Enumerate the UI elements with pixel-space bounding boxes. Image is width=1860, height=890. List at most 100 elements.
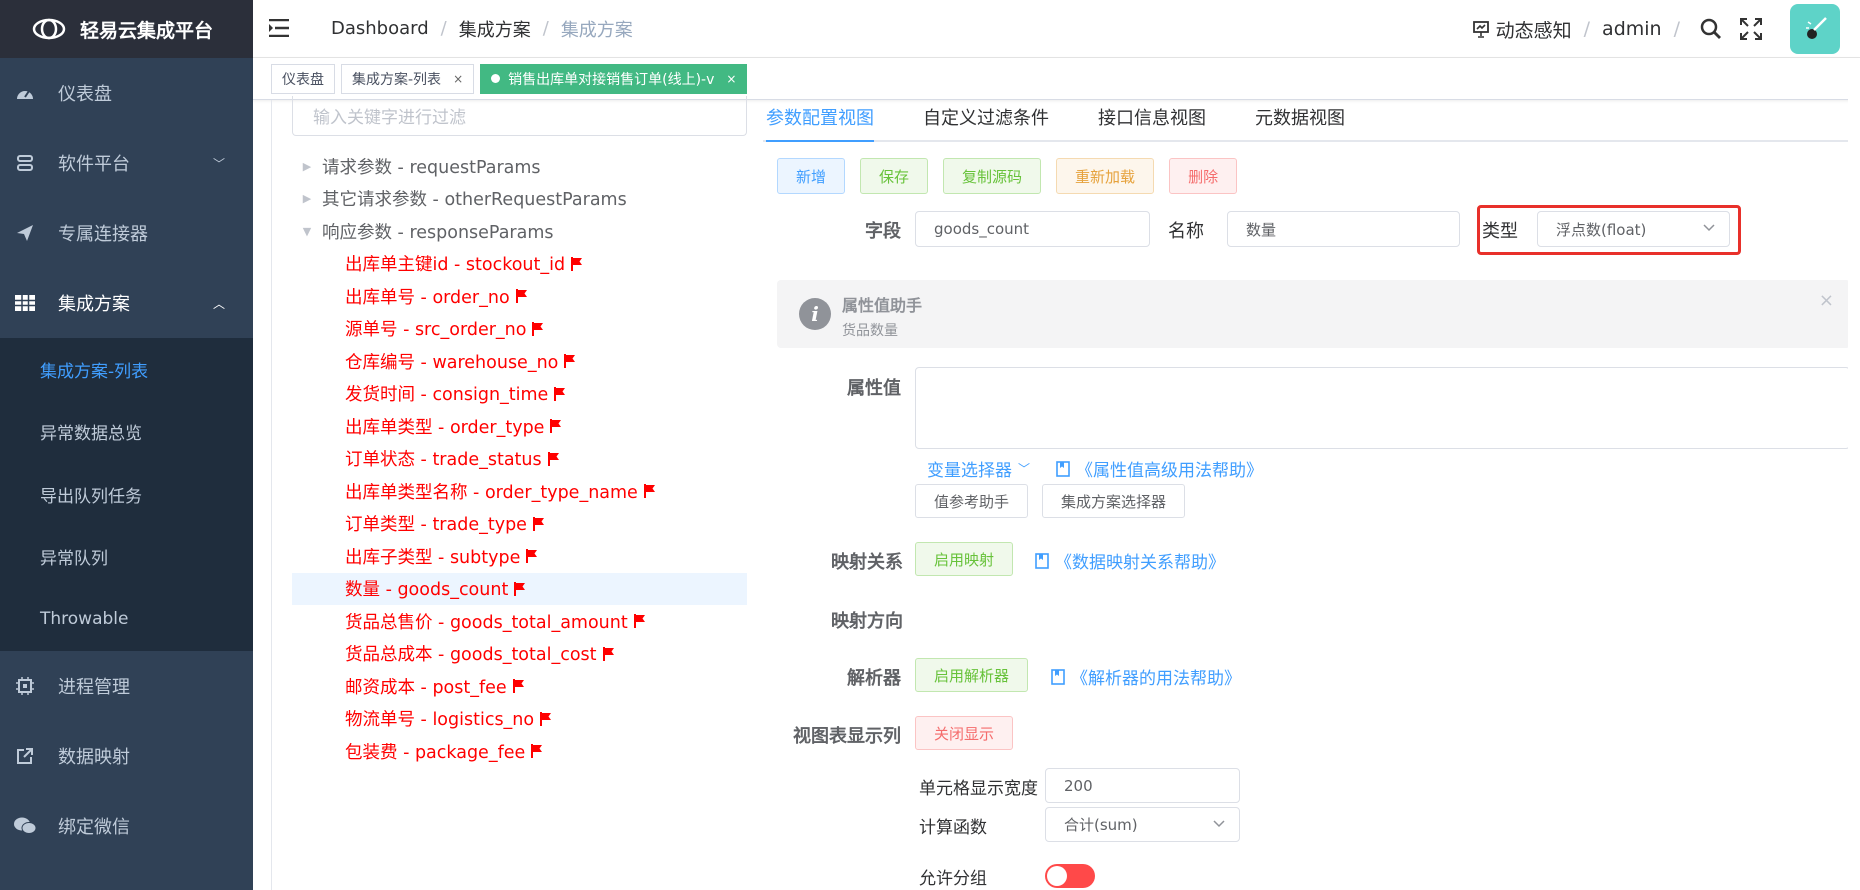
- tree-leaf-list: 出库单主键id - stockout_id 出库单号 - order_no 源单号 …: [292, 248, 747, 768]
- tag-dashboard[interactable]: 仪表盘: [271, 63, 335, 94]
- attr-value-textarea[interactable]: [915, 367, 1850, 449]
- calc-function-select[interactable]: 合计(sum): [1045, 807, 1240, 842]
- flag-icon: [554, 386, 566, 401]
- tree-leaf-label: 出库单类型名称 - order_type_name: [345, 482, 638, 503]
- tree-leaf-item[interactable]: 出库单主键id - stockout_id: [292, 248, 747, 281]
- tree-node-other-params[interactable]: ▶ 其它请求参数 - otherRequestParams: [292, 183, 747, 216]
- page-scrollbar[interactable]: [1848, 58, 1860, 890]
- chevron-down-icon: ﹀: [212, 156, 225, 171]
- tree-leaf-item[interactable]: 出库单类型名称 - order_type_name: [292, 475, 747, 508]
- sidebar-item-connector[interactable]: 专属连接器: [0, 198, 253, 268]
- tree-leaf-item[interactable]: 订单状态 - trade_status: [292, 443, 747, 476]
- app-logo[interactable]: 轻易云集成平台: [0, 0, 253, 58]
- hamburger-icon[interactable]: [269, 15, 309, 43]
- sidebar-subitem-exception-queue[interactable]: 异常队列: [0, 526, 253, 589]
- close-icon[interactable]: ×: [453, 72, 463, 86]
- value-ref-helper-button[interactable]: 值参考助手: [915, 484, 1029, 518]
- close-display-button[interactable]: 关闭显示: [915, 716, 1014, 750]
- tree-leaf-item[interactable]: 仓库编号 - warehouse_no: [292, 345, 747, 378]
- allow-group-toggle[interactable]: [1045, 864, 1095, 888]
- avatar[interactable]: [1790, 4, 1840, 54]
- breadcrumb-item-dashboard[interactable]: Dashboard: [331, 18, 429, 39]
- search-icon[interactable]: [1700, 18, 1722, 40]
- flag-icon: [512, 679, 525, 694]
- tree-leaf-item[interactable]: 出库单类型 - order_type: [292, 410, 747, 443]
- name-input[interactable]: 数量: [1227, 211, 1460, 247]
- tree-leaf-item[interactable]: 物流单号 - logistics_no: [292, 703, 747, 736]
- scheme-selector-button[interactable]: 集成方案选择器: [1042, 484, 1186, 518]
- tag-label: 仪表盘: [282, 71, 324, 88]
- sidebar-item-data-mapping[interactable]: 数据映射: [0, 721, 253, 791]
- save-button[interactable]: 保存: [860, 158, 929, 194]
- sidebar-item-wechat[interactable]: 绑定微信: [0, 791, 253, 861]
- enable-mapping-button[interactable]: 启用映射: [915, 542, 1014, 576]
- parser-help-link[interactable]: 《解析器的用法帮助》: [1051, 664, 1241, 689]
- tag-current-scheme[interactable]: 销售出库单对接销售订单(线上)-v ×: [480, 63, 748, 94]
- tree-leaf-item[interactable]: 邮资成本 - post_fee: [292, 670, 747, 703]
- close-icon[interactable]: ×: [1819, 290, 1834, 311]
- sidebar-subitem-scheme-list[interactable]: 集成方案-列表: [0, 338, 253, 401]
- type-select[interactable]: 浮点数(float): [1537, 211, 1730, 247]
- mapping-help-link[interactable]: 《数据映射关系帮助》: [1035, 548, 1225, 573]
- tree-node-label: 其它请求参数 - otherRequestParams: [322, 190, 627, 211]
- params-tree-panel: 输入关键字进行过滤 ▶ 请求参数 - requestParams ▶ 其它请求参…: [271, 96, 747, 890]
- tab-param-config[interactable]: 参数配置视图: [766, 104, 874, 142]
- variable-selector-dropdown[interactable]: 变量选择器 ﹀: [927, 456, 1030, 481]
- attr-help-link[interactable]: 《属性值高级用法帮助》: [1056, 456, 1263, 481]
- tree-filter-input[interactable]: 输入关键字进行过滤: [292, 96, 747, 136]
- tree-node-request-params[interactable]: ▶ 请求参数 - requestParams: [292, 150, 747, 183]
- tree-leaf-item[interactable]: 出库子类型 - subtype: [292, 540, 747, 573]
- breadcrumb-item-integration[interactable]: 集成方案: [459, 16, 531, 42]
- tree-leaf-label: 订单类型 - trade_type: [345, 515, 527, 536]
- tag-scheme-list[interactable]: 集成方案-列表 ×: [341, 63, 475, 94]
- tree-leaf-item[interactable]: 货品总成本 - goods_total_cost: [292, 638, 747, 671]
- tree-leaf-item[interactable]: 订单类型 - trade_type: [292, 508, 747, 541]
- caret-down-icon[interactable]: ▼: [292, 225, 322, 238]
- type-label: 类型: [1482, 221, 1518, 242]
- mapping-direction-label: 映射方向: [831, 611, 903, 632]
- flag-icon: [633, 614, 646, 629]
- flag-icon: [547, 451, 560, 466]
- sidebar-item-platform[interactable]: 软件平台 ﹀: [0, 128, 253, 198]
- breadcrumb-separator: /: [440, 18, 447, 39]
- tree-leaf-item[interactable]: 数量 - goods_count: [292, 572, 747, 605]
- close-icon[interactable]: ×: [726, 72, 736, 86]
- caret-right-icon[interactable]: ▶: [292, 160, 322, 173]
- sidebar-item-integration[interactable]: 集成方案 ︿: [0, 268, 253, 338]
- cell-width-input[interactable]: 200: [1045, 768, 1240, 803]
- tree-leaf-item[interactable]: 出库单号 - order_no: [292, 280, 747, 313]
- cloud-logo-icon: [32, 18, 66, 40]
- sidebar-item-dashboard[interactable]: 仪表盘: [0, 58, 253, 128]
- delete-button[interactable]: 删除: [1169, 158, 1238, 194]
- tree-leaf-item[interactable]: 源单号 - src_order_no: [292, 313, 747, 346]
- sidebar-item-label: 进程管理: [58, 676, 130, 698]
- tree-leaf-item[interactable]: 货品总售价 - goods_total_amount: [292, 605, 747, 638]
- field-input[interactable]: goods_count: [915, 211, 1150, 247]
- tab-api-info[interactable]: 接口信息视图: [1098, 104, 1206, 140]
- user-name[interactable]: admin: [1602, 18, 1662, 40]
- tree-node-response-params[interactable]: ▼ 响应参数 - responseParams: [292, 215, 747, 248]
- add-button[interactable]: 新增: [777, 158, 846, 194]
- tree-leaf-item[interactable]: 发货时间 - consign_time: [292, 378, 747, 411]
- sidebar-item-process[interactable]: 进程管理: [0, 651, 253, 721]
- sidebar-subitem-export-queue[interactable]: 导出队列任务: [0, 463, 253, 526]
- enable-parser-button[interactable]: 启用解析器: [915, 658, 1029, 692]
- caret-right-icon[interactable]: ▶: [292, 192, 322, 205]
- calc-function-value: 合计(sum): [1064, 816, 1138, 834]
- flag-icon: [531, 744, 543, 759]
- field-label: 字段: [865, 221, 901, 242]
- tab-custom-filter[interactable]: 自定义过滤条件: [923, 104, 1049, 140]
- breadcrumb: Dashboard / 集成方案 / 集成方案: [331, 16, 633, 42]
- sidebar-subitem-throwable[interactable]: Throwable: [0, 588, 253, 651]
- tree-leaf-item[interactable]: 包装费 - package_fee: [292, 735, 747, 768]
- copy-source-button[interactable]: 复制源码: [943, 158, 1042, 194]
- tab-metadata[interactable]: 元数据视图: [1255, 104, 1345, 140]
- fullscreen-icon[interactable]: [1740, 18, 1762, 40]
- sidebar-subitem-exception-overview[interactable]: 异常数据总览: [0, 401, 253, 464]
- reload-button[interactable]: 重新加载: [1056, 158, 1155, 194]
- sidebar-item-label: 仪表盘: [58, 84, 112, 105]
- notify-link[interactable]: 动态感知: [1472, 16, 1572, 43]
- alert-description: 货品数量: [842, 323, 898, 339]
- tags-view: 仪表盘 集成方案-列表 × 销售出库单对接销售订单(线上)-v ×: [253, 58, 1860, 100]
- flag-icon: [515, 289, 528, 304]
